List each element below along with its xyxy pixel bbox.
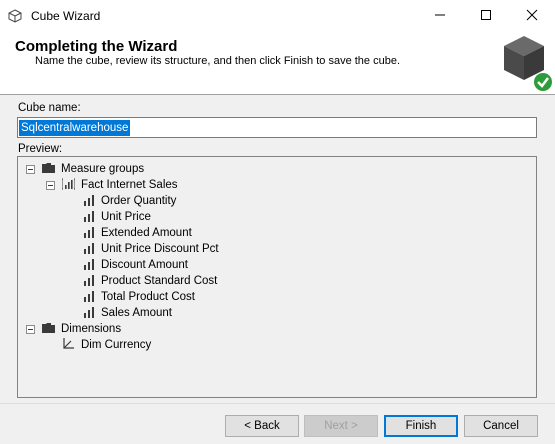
tree-node-measure[interactable]: Product Standard Cost bbox=[84, 273, 217, 289]
measure-icon bbox=[84, 274, 95, 289]
tree-label: Product Standard Cost bbox=[101, 275, 218, 287]
finish-button[interactable]: Finish bbox=[384, 415, 458, 437]
tree-node-measure[interactable]: Discount Amount bbox=[84, 257, 188, 273]
tree-node-measure[interactable]: Extended Amount bbox=[84, 225, 192, 241]
cube-complete-icon bbox=[500, 34, 555, 95]
close-button[interactable] bbox=[509, 0, 555, 32]
tree-node-measure[interactable]: Order Quantity bbox=[84, 193, 176, 209]
tree-node-fact-internet-sales[interactable]: Fact Internet Sales bbox=[46, 177, 178, 193]
tree-node-measure[interactable]: Total Product Cost bbox=[84, 289, 195, 305]
tree-label: Discount Amount bbox=[101, 259, 188, 271]
cube-name-value: Sqlcentralwarehouse bbox=[19, 120, 131, 136]
tree-node-dimensions[interactable]: Dimensions bbox=[26, 321, 121, 337]
close-icon bbox=[526, 9, 538, 24]
title-bar: Cube Wizard bbox=[0, 0, 555, 32]
collapse-toggle-icon[interactable] bbox=[26, 164, 35, 174]
page-title: Completing the Wizard bbox=[15, 38, 178, 55]
preview-tree[interactable]: Measure groups Fact Internet Sales Order… bbox=[17, 156, 537, 398]
preview-label: Preview: bbox=[18, 143, 63, 155]
tree-node-dimension[interactable]: Dim Currency bbox=[62, 337, 151, 353]
measure-group-icon bbox=[61, 178, 76, 193]
measure-icon bbox=[84, 258, 95, 273]
tree-label: Dimensions bbox=[61, 323, 122, 335]
measure-icon bbox=[84, 194, 95, 209]
back-button[interactable]: < Back bbox=[225, 415, 299, 437]
measure-icon bbox=[84, 242, 95, 257]
tree-node-measure[interactable]: Unit Price bbox=[84, 209, 151, 225]
tree-label: Unit Price Discount Pct bbox=[101, 243, 219, 255]
tree-label: Sales Amount bbox=[101, 307, 172, 319]
collapse-toggle-icon[interactable] bbox=[46, 180, 55, 190]
measure-icon bbox=[84, 210, 95, 225]
tree-label: Extended Amount bbox=[101, 227, 192, 239]
cancel-button[interactable]: Cancel bbox=[464, 415, 538, 437]
collapse-toggle-icon[interactable] bbox=[26, 324, 35, 334]
next-button[interactable]: Next > bbox=[304, 415, 378, 437]
folder-icon bbox=[42, 322, 55, 336]
maximize-icon bbox=[480, 9, 492, 24]
cube-app-icon bbox=[8, 9, 22, 26]
tree-label: Unit Price bbox=[101, 211, 151, 223]
minimize-button[interactable] bbox=[417, 0, 463, 32]
cube-name-input[interactable]: Sqlcentralwarehouse bbox=[17, 117, 537, 138]
tree-node-measure[interactable]: Unit Price Discount Pct bbox=[84, 241, 219, 257]
page-subtitle: Name the cube, review its structure, and… bbox=[35, 55, 401, 67]
minimize-icon bbox=[434, 9, 446, 24]
tree-label: Dim Currency bbox=[81, 339, 152, 351]
window-title: Cube Wizard bbox=[31, 9, 101, 23]
folder-icon bbox=[42, 162, 55, 176]
measure-icon bbox=[84, 306, 95, 321]
measure-icon bbox=[84, 290, 95, 305]
footer-divider bbox=[0, 403, 555, 404]
dimension-icon bbox=[62, 337, 75, 353]
tree-node-measure-groups[interactable]: Measure groups bbox=[26, 161, 144, 177]
tree-label: Fact Internet Sales bbox=[81, 179, 178, 191]
measure-icon bbox=[84, 226, 95, 241]
tree-label: Total Product Cost bbox=[101, 291, 195, 303]
wizard-header: Completing the Wizard Name the cube, rev… bbox=[0, 32, 555, 95]
cube-name-label: Cube name: bbox=[18, 102, 81, 114]
maximize-button[interactable] bbox=[463, 0, 509, 32]
tree-label: Order Quantity bbox=[101, 195, 177, 207]
tree-node-measure[interactable]: Sales Amount bbox=[84, 305, 172, 321]
tree-label: Measure groups bbox=[61, 163, 145, 175]
